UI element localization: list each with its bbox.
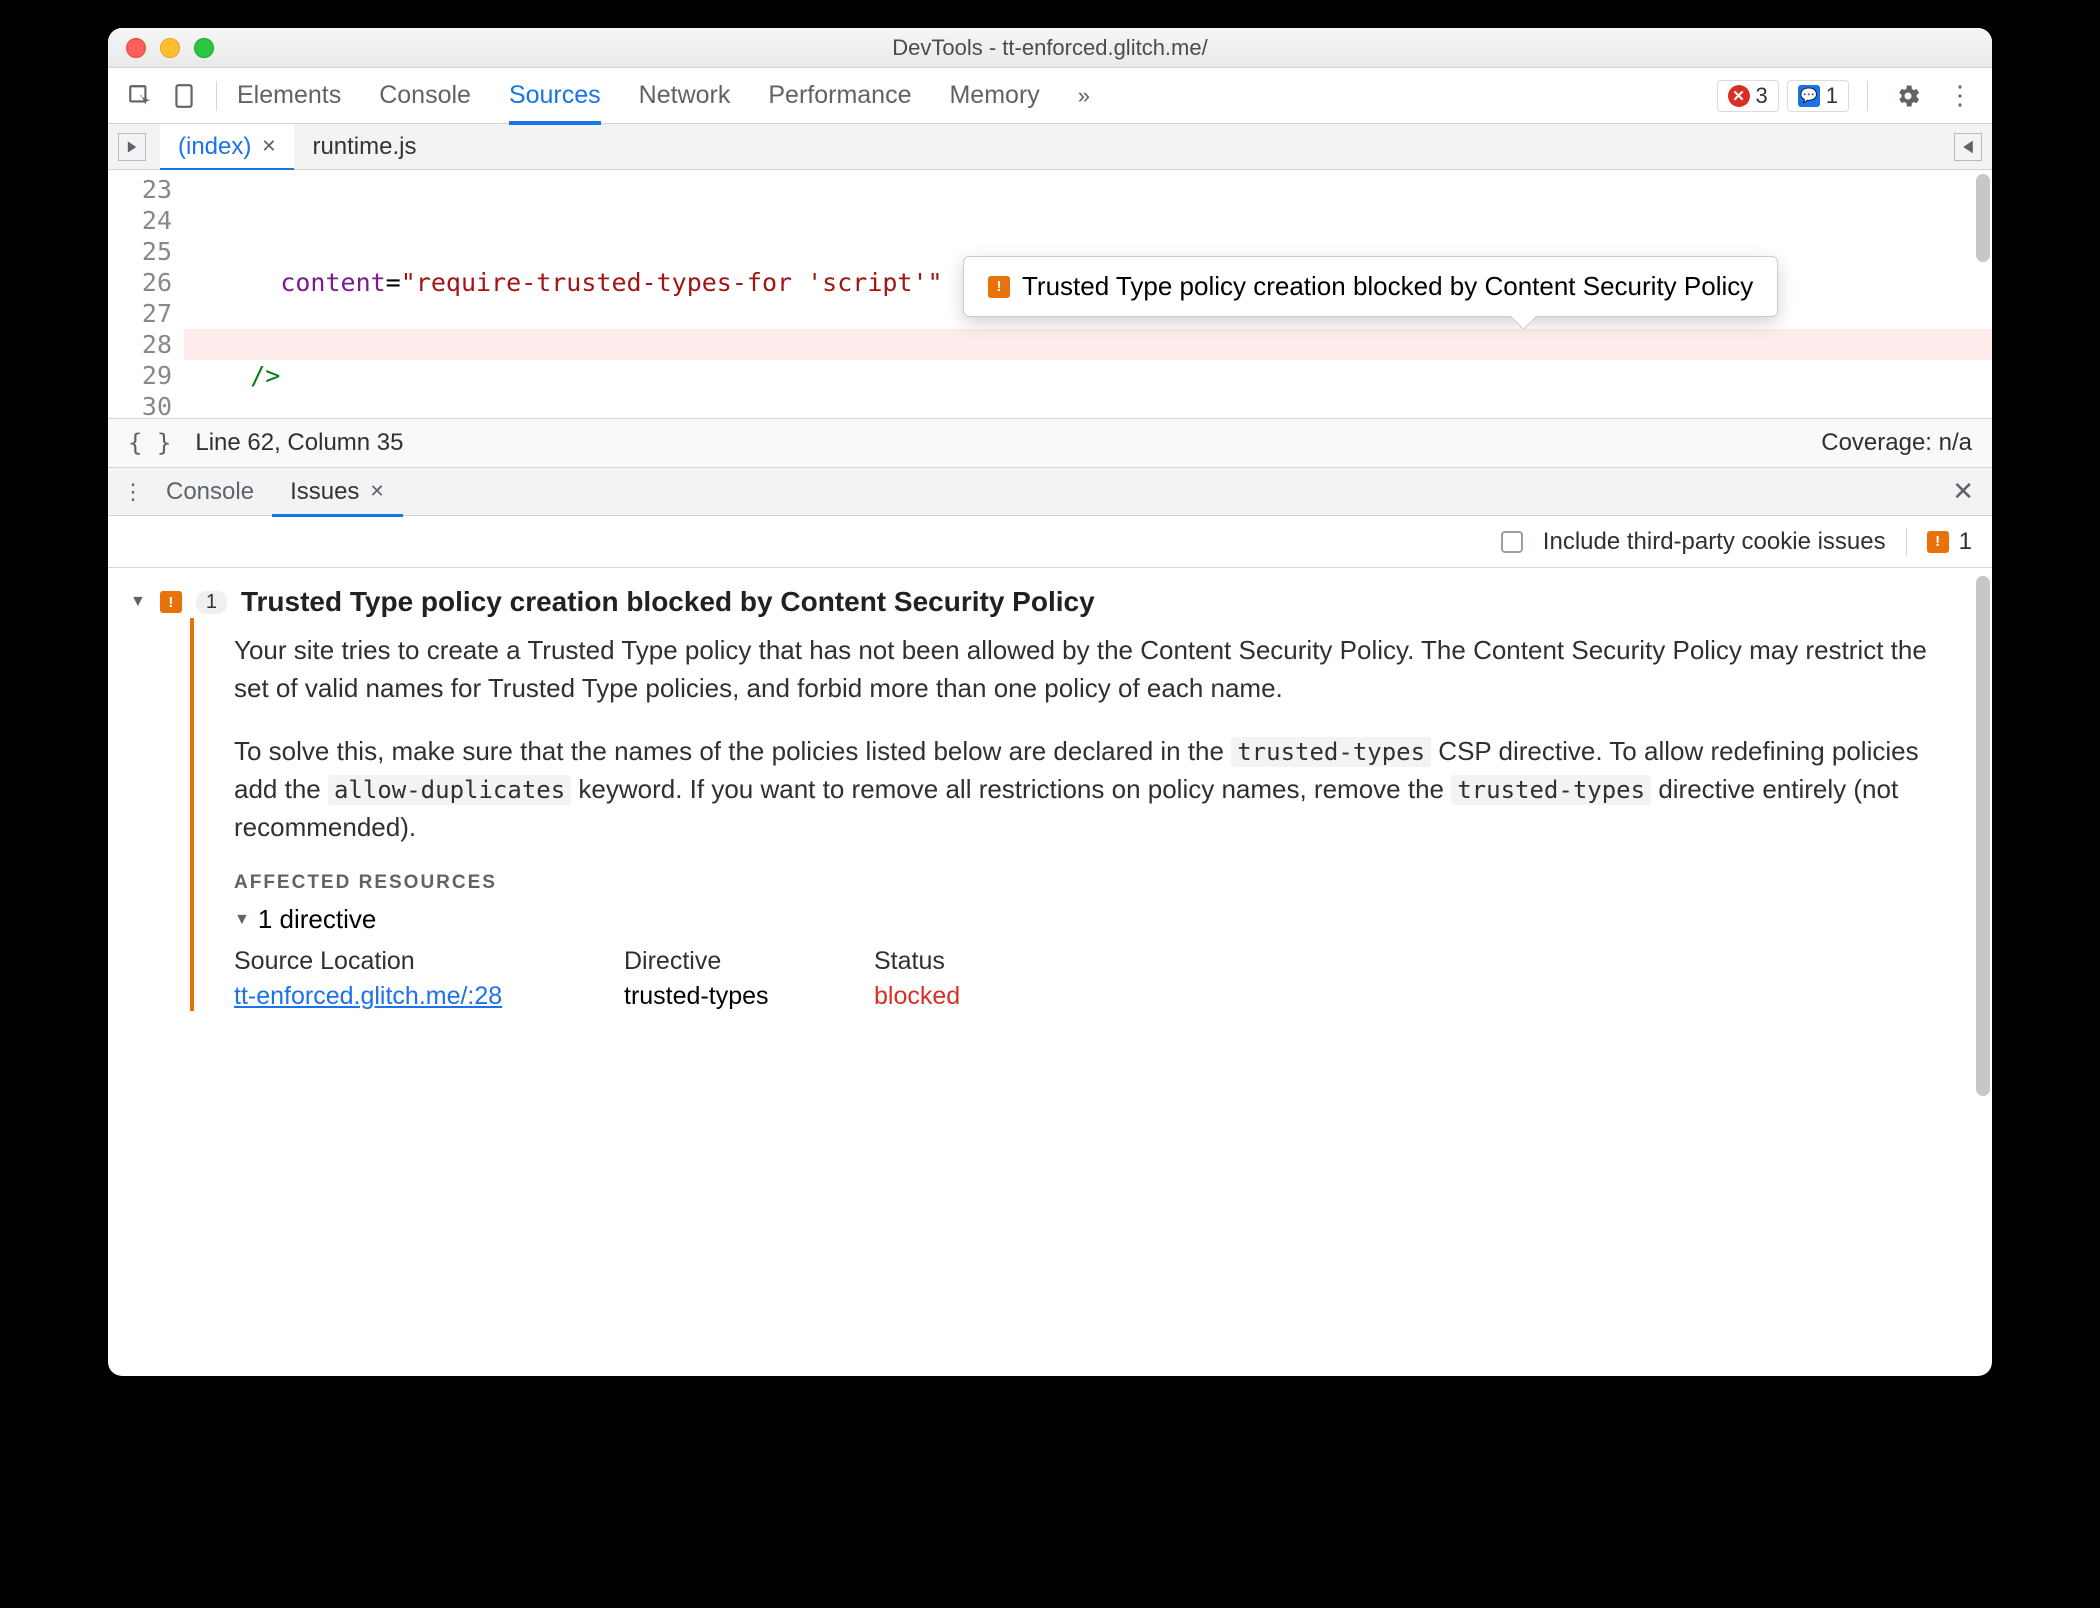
source-location-link[interactable]: tt-enforced.glitch.me/:28: [234, 982, 604, 1011]
error-count: 3: [1756, 83, 1768, 109]
issues-scrollbar[interactable]: [1976, 576, 1990, 1096]
issue-title: Trusted Type policy creation blocked by …: [241, 586, 1095, 618]
issue-paragraph: Your site tries to create a Trusted Type…: [234, 632, 1932, 707]
tab-memory[interactable]: Memory: [949, 68, 1039, 124]
issues-filter-bar: Include third-party cookie issues ! 1: [108, 516, 1992, 568]
sources-sub-toolbar: (index) ✕ runtime.js: [108, 124, 1992, 170]
file-tab-label: runtime.js: [312, 133, 416, 161]
message-icon: 💬: [1798, 85, 1820, 107]
third-party-checkbox[interactable]: [1501, 531, 1523, 553]
code-editor[interactable]: 23 24 25 26 27 28 29 30 content="require…: [108, 170, 1992, 418]
warning-icon: !: [160, 591, 182, 613]
settings-icon[interactable]: [1886, 74, 1930, 118]
main-toolbar: Elements Console Sources Network Perform…: [108, 68, 1992, 124]
pretty-print-icon[interactable]: { }: [128, 429, 171, 457]
status-cell: blocked: [874, 982, 1054, 1011]
message-count-button[interactable]: 💬 1: [1787, 80, 1849, 112]
error-line-highlight: [184, 329, 1992, 360]
code-scrollbar[interactable]: [1976, 174, 1990, 262]
disclosure-triangle-icon[interactable]: ▼: [234, 911, 250, 929]
drawer-tabs: ⋮ Console Issues ✕ ✕: [108, 468, 1992, 516]
titlebar: DevTools - tt-enforced.glitch.me/: [108, 28, 1992, 68]
window-title: DevTools - tt-enforced.glitch.me/: [108, 35, 1992, 61]
file-tab-index[interactable]: (index) ✕: [160, 124, 294, 170]
cursor-position: Line 62, Column 35: [195, 429, 403, 457]
close-drawer-icon[interactable]: ✕: [1944, 476, 1982, 507]
panel-tabs: Elements Console Sources Network Perform…: [237, 68, 1090, 124]
issue-paragraph: To solve this, make sure that the names …: [234, 733, 1932, 846]
error-count-button[interactable]: ✕ 3: [1717, 80, 1779, 112]
message-count: 1: [1826, 83, 1838, 109]
devtools-window: DevTools - tt-enforced.glitch.me/ Elemen…: [108, 28, 1992, 1376]
line-gutter: 23 24 25 26 27 28 29 30: [108, 170, 184, 418]
issues-count: 1: [1959, 528, 1972, 556]
issue-occurrence-count: 1: [196, 591, 227, 614]
tab-network[interactable]: Network: [639, 68, 731, 124]
drawer-tab-issues[interactable]: Issues ✕: [272, 468, 402, 516]
tooltip-text: Trusted Type policy creation blocked by …: [1022, 271, 1753, 302]
pause-script-icon[interactable]: [118, 133, 146, 161]
tab-sources[interactable]: Sources: [509, 68, 601, 124]
close-tab-icon[interactable]: ✕: [261, 136, 276, 157]
tab-performance[interactable]: Performance: [768, 68, 911, 124]
inline-issue-tooltip: ! Trusted Type policy creation blocked b…: [963, 256, 1778, 317]
third-party-label[interactable]: Include third-party cookie issues: [1543, 528, 1886, 556]
close-drawer-tab-icon[interactable]: ✕: [369, 481, 384, 502]
error-icon: ✕: [1728, 85, 1750, 107]
issues-panel: ▼ ! 1 Trusted Type policy creation block…: [108, 568, 1992, 1376]
affected-resources-table: Source Location Directive Status tt-enfo…: [234, 947, 1932, 1011]
directive-cell: trusted-types: [624, 982, 854, 1011]
separator: [216, 81, 217, 111]
table-header: Source Location: [234, 947, 604, 982]
tab-elements[interactable]: Elements: [237, 68, 341, 124]
affected-resources-heading: AFFECTED RESOURCES: [234, 872, 1932, 894]
drawer-tab-label: Issues: [290, 478, 359, 506]
file-tab-runtime[interactable]: runtime.js: [294, 124, 434, 170]
editor-status-bar: { } Line 62, Column 35 Coverage: n/a: [108, 418, 1992, 468]
drawer-tab-console[interactable]: Console: [148, 468, 272, 516]
issue-details: Your site tries to create a Trusted Type…: [190, 618, 1962, 1011]
device-toolbar-icon[interactable]: [162, 74, 206, 118]
coverage-status: Coverage: n/a: [1821, 429, 1972, 457]
warning-icon: !: [1927, 531, 1949, 553]
kebab-menu-icon[interactable]: ⋮: [1938, 74, 1982, 118]
table-header: Directive: [624, 947, 854, 982]
table-header: Status: [874, 947, 1054, 982]
drawer-more-icon[interactable]: ⋮: [118, 479, 148, 505]
tab-console[interactable]: Console: [379, 68, 471, 124]
toggle-navigator-icon[interactable]: [1954, 133, 1982, 161]
more-tabs-icon[interactable]: »: [1078, 74, 1090, 118]
disclosure-triangle-icon[interactable]: ▼: [130, 593, 146, 611]
inspect-element-icon[interactable]: [118, 74, 162, 118]
warning-icon: !: [988, 276, 1010, 298]
issue-header[interactable]: ▼ ! 1 Trusted Type policy creation block…: [130, 586, 1962, 618]
separator: [1867, 81, 1868, 111]
directive-group-header[interactable]: ▼ 1 directive: [234, 904, 1932, 935]
file-tab-label: (index): [178, 133, 251, 161]
